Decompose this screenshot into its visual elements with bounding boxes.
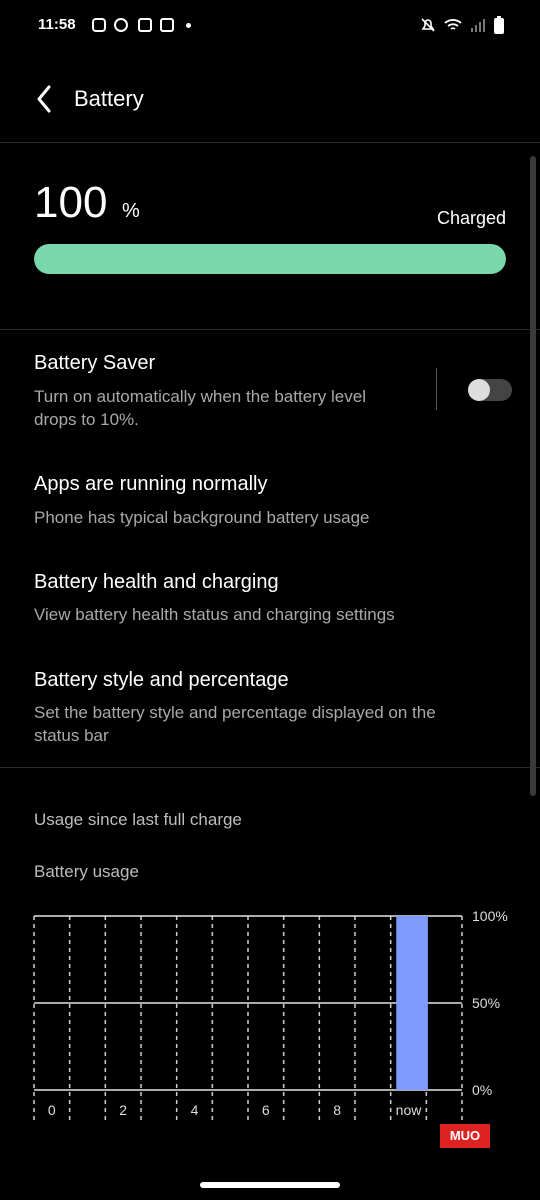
battery-saver-toggle[interactable] (468, 379, 512, 401)
notification-dot (186, 23, 191, 28)
charge-status: Charged (436, 208, 506, 228)
scrollbar[interactable] (530, 156, 536, 796)
chart-y-tick-label: 0% (472, 1082, 492, 1098)
status-time: 11:58 (38, 16, 76, 33)
apps-running-title: Apps are running normally (34, 473, 268, 495)
signal-icon (471, 19, 485, 32)
usage-section-label: Usage since last full charge (34, 810, 242, 829)
instagram-icon (92, 18, 106, 32)
battery-unit: % (122, 200, 140, 222)
battery-saver-title: Battery Saver (34, 352, 156, 374)
chart-x-tick-label: 6 (262, 1102, 270, 1118)
chart-y-tick-label: 100% (472, 908, 508, 924)
battery-style-subtitle-line1: Set the battery style and percentage dis… (34, 703, 436, 722)
battery-icon (494, 16, 504, 34)
battery-saver-subtitle-line2: drops to 10%. (34, 410, 139, 429)
divider (0, 767, 540, 768)
calendar-icon (160, 18, 174, 32)
bottom-peek-label: Since last full charge (34, 1160, 201, 1180)
divider (0, 142, 540, 143)
toggle-separator (436, 368, 437, 410)
toggle-knob (468, 379, 490, 401)
battery-usage-chart[interactable]: 100% 50% 0% 0 2 4 6 8 now (0, 905, 540, 1125)
chart-bar (396, 916, 428, 1090)
battery-saver-subtitle-line1: Turn on automatically when the battery l… (34, 387, 366, 406)
back-button[interactable] (30, 82, 60, 116)
page-title: Battery (74, 86, 144, 111)
battery-usage-label: Battery usage (34, 862, 139, 881)
status-icons (420, 16, 504, 34)
divider (0, 329, 540, 330)
battery-level-bar (34, 244, 506, 274)
battery-health-subtitle: View battery health status and charging … (34, 605, 395, 624)
chart-x-tick-label: 2 (119, 1102, 127, 1118)
battery-level-fill (34, 244, 506, 274)
chart-x-tick-label: 8 (333, 1102, 341, 1118)
wifi-icon (444, 19, 462, 30)
apps-running-subtitle: Phone has typical background battery usa… (34, 508, 370, 527)
battery-style-title: Battery style and percentage (34, 669, 289, 691)
bottom-peek-value: 15 min (439, 1160, 500, 1182)
watermark-logo: MUO (440, 1124, 490, 1148)
calendar-icon (138, 18, 152, 32)
home-indicator[interactable] (200, 1182, 340, 1188)
whatsapp-icon (114, 18, 128, 32)
mute-icon (421, 18, 435, 32)
chevron-left-icon (37, 85, 51, 113)
chart-x-tick-label: now (396, 1102, 423, 1118)
battery-style-subtitle-line2: status bar (34, 726, 109, 745)
battery-level: 100 (34, 178, 108, 227)
chart-x-tick-label: 4 (191, 1102, 199, 1118)
chart-y-tick-label: 50% (472, 995, 500, 1011)
battery-health-title: Battery health and charging (34, 571, 279, 593)
chart-x-tick-label: 0 (48, 1102, 56, 1118)
